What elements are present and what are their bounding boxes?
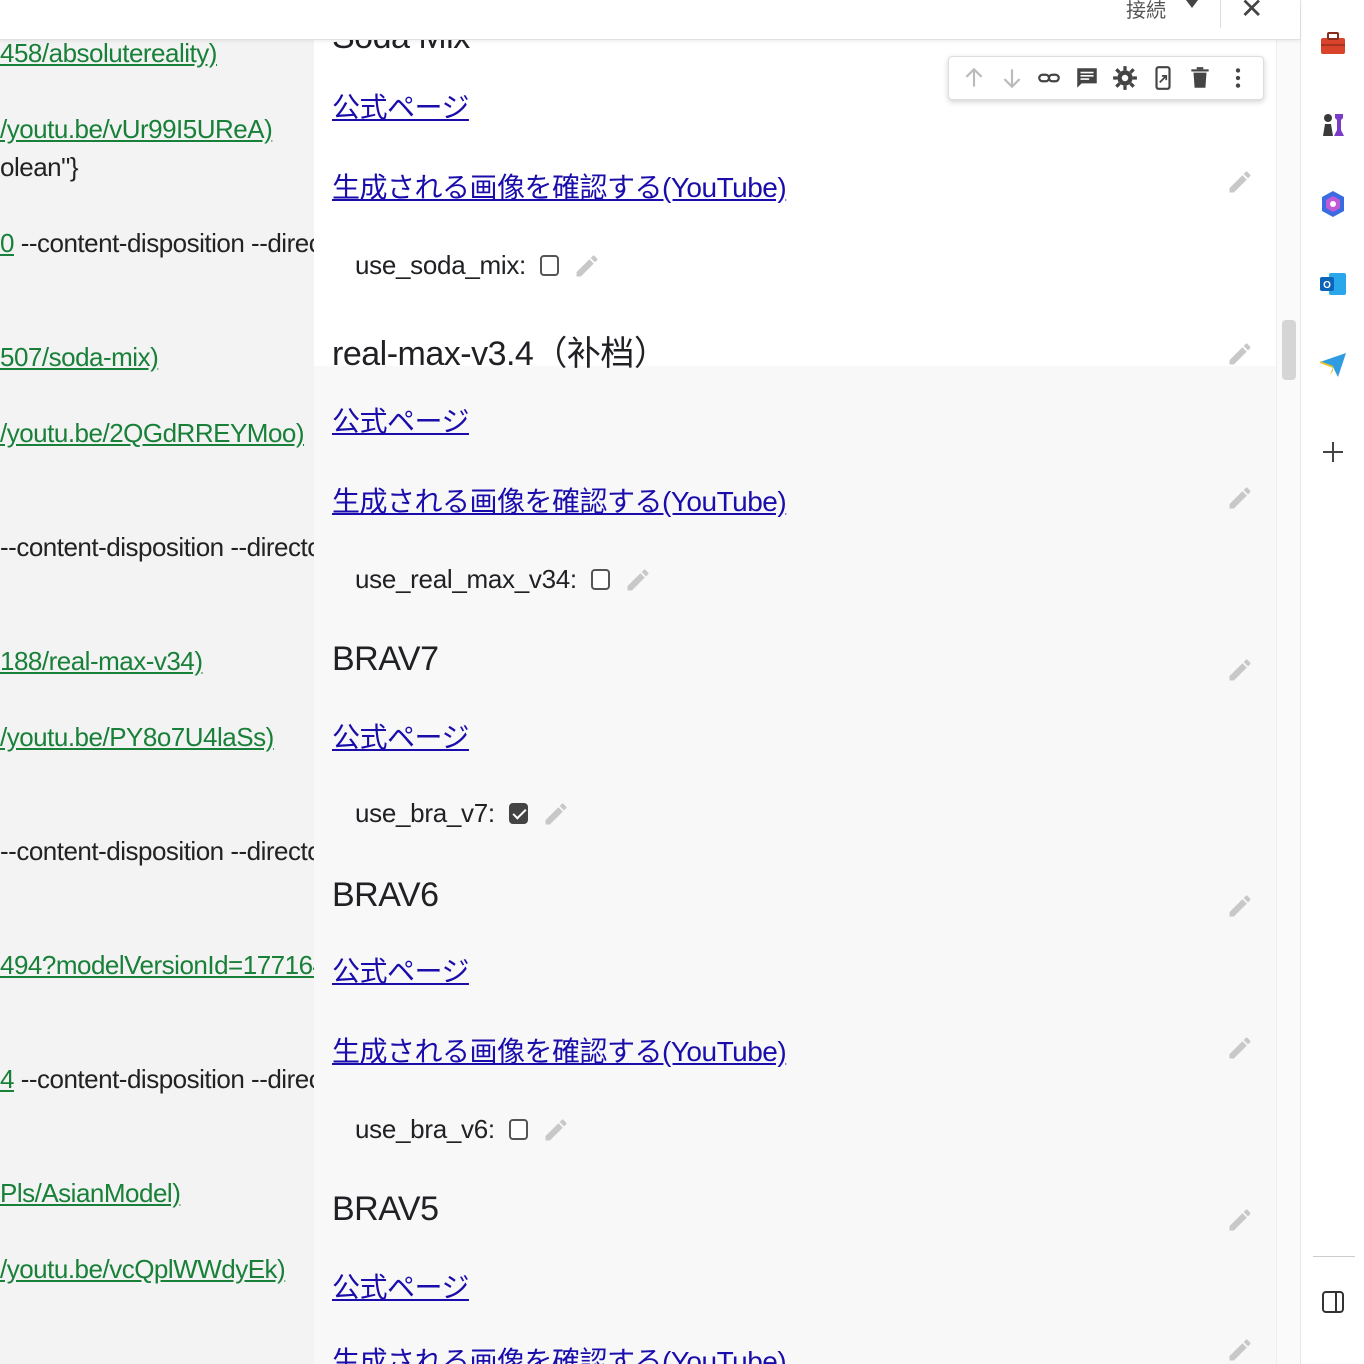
pencil-icon[interactable] (573, 252, 601, 280)
link-icon[interactable] (1035, 64, 1063, 92)
official-page-link[interactable]: 公式ページ (332, 1266, 469, 1306)
send-icon[interactable] (1317, 348, 1349, 380)
code-line: /youtu.be/PY8o7U4laSs) (0, 722, 274, 753)
code-link[interactable]: 507/soda-mix) (0, 342, 159, 372)
code-line: /youtu.be/vcQplWWdyEk) (0, 1254, 286, 1285)
youtube-preview-link[interactable]: 生成される画像を確認する(YouTube) (332, 166, 787, 206)
param-row: use_bra_v7: (355, 798, 570, 829)
use-bra-v7-checkbox[interactable] (508, 803, 528, 824)
connect-button-label[interactable]: 接続 (1126, 0, 1166, 23)
code-line: olean"} (0, 152, 79, 182)
sidebar-toggle-icon[interactable] (1317, 1286, 1349, 1318)
code-line: --content-disposition --directo (0, 836, 314, 866)
code-link[interactable]: 4 (0, 1064, 14, 1094)
param-label: use_bra_v6: (355, 1114, 495, 1144)
official-page-link[interactable]: 公式ページ (332, 716, 469, 756)
code-link[interactable]: 458/absolutereality) (0, 40, 217, 68)
more-vert-icon[interactable] (1224, 64, 1252, 92)
param-label: use_soda_mix: (355, 250, 526, 280)
code-line: 4 --content-disposition --direc (0, 1064, 314, 1094)
edit-pencil-icon[interactable] (1226, 656, 1254, 684)
code-line: 188/real-max-v34) (0, 646, 203, 677)
section-heading: real-max-v3.4（补档） (332, 335, 668, 373)
cell-toolbar (948, 56, 1264, 100)
code-line: 507/soda-mix) (0, 342, 159, 373)
edit-pencil-icon[interactable] (1226, 892, 1254, 920)
arrow-up-icon[interactable] (960, 64, 988, 92)
svg-text:O: O (1323, 280, 1331, 291)
code-link[interactable]: /youtu.be/2QGdRREYMoo) (0, 418, 305, 448)
section-heading: BRAV5 (332, 1190, 439, 1228)
trash-icon[interactable] (1186, 64, 1214, 92)
close-icon[interactable]: ✕ (1240, 0, 1263, 25)
use-soda-mix-checkbox[interactable] (539, 255, 559, 276)
official-page-link[interactable]: 公式ページ (332, 950, 469, 990)
form-pane: Soda Mix 公式ページ 生成される画像を確認する(YouTube) use… (314, 40, 1276, 1364)
top-bar: 接続 ✕ (0, 0, 1300, 40)
code-line: Pls/AsianModel) (0, 1178, 181, 1209)
edit-pencil-icon[interactable] (1226, 1206, 1254, 1234)
official-page-link[interactable]: 公式ページ (332, 86, 469, 126)
edit-pencil-icon[interactable] (1226, 1034, 1254, 1062)
pencil-icon[interactable] (542, 1116, 570, 1144)
outlook-icon[interactable]: O (1317, 268, 1349, 300)
code-link[interactable]: 188/real-max-v34) (0, 646, 203, 676)
section-heading: BRAV6 (332, 876, 439, 914)
official-page-link[interactable]: 公式ページ (332, 400, 469, 440)
copilot-icon[interactable] (1317, 188, 1349, 220)
code-line: 494?modelVersionId=177164) (0, 950, 314, 981)
code-line: 0 --content-disposition --direc (0, 228, 314, 258)
comment-icon[interactable] (1073, 64, 1101, 92)
chess-icon[interactable] (1317, 108, 1349, 140)
use-real-max-v34-checkbox[interactable] (590, 569, 610, 590)
toolbox-icon[interactable] (1317, 28, 1349, 60)
vertical-scrollbar[interactable] (1276, 40, 1300, 1364)
code-line: /youtu.be/2QGdRREYMoo) (0, 418, 305, 449)
gear-icon[interactable] (1111, 64, 1139, 92)
param-label: use_bra_v7: (355, 798, 495, 828)
code-line: 458/absolutereality) (0, 40, 217, 69)
code-link[interactable]: /youtu.be/vUr99I5UReA) (0, 114, 273, 144)
code-link[interactable]: 494?modelVersionId=177164) (0, 950, 314, 980)
pencil-icon[interactable] (542, 800, 570, 828)
browser-sidebar: O (1300, 0, 1364, 1364)
code-link[interactable]: 0 (0, 228, 14, 258)
use-bra-v6-checkbox[interactable] (508, 1119, 528, 1140)
code-editor-pane[interactable]: 458/absolutereality) /youtu.be/vUr99I5UR… (0, 40, 314, 1364)
code-link[interactable]: Pls/AsianModel) (0, 1178, 181, 1208)
arrow-down-icon[interactable] (998, 64, 1026, 92)
param-row: use_bra_v6: (355, 1114, 570, 1145)
code-line: /youtu.be/vUr99I5UReA) (0, 114, 273, 145)
section-heading: BRAV7 (332, 640, 439, 678)
section-heading: Soda Mix (332, 40, 470, 57)
param-row: use_soda_mix: (355, 250, 601, 281)
scrollbar-thumb[interactable] (1282, 320, 1296, 380)
edit-pencil-icon[interactable] (1226, 1336, 1254, 1364)
code-line: --content-disposition --directo (0, 532, 314, 562)
param-row: use_real_max_v34: (355, 564, 652, 595)
youtube-preview-link[interactable]: 生成される画像を確認する(YouTube) (332, 1340, 787, 1364)
edit-pencil-icon[interactable] (1226, 168, 1254, 196)
pencil-icon[interactable] (624, 566, 652, 594)
add-icon[interactable] (1317, 436, 1349, 468)
code-link[interactable]: /youtu.be/PY8o7U4laSs) (0, 722, 274, 752)
youtube-preview-link[interactable]: 生成される画像を確認する(YouTube) (332, 480, 787, 520)
youtube-preview-link[interactable]: 生成される画像を確認する(YouTube) (332, 1030, 787, 1070)
edit-pencil-icon[interactable] (1226, 340, 1254, 368)
edit-pencil-icon[interactable] (1226, 484, 1254, 512)
connect-dropdown-icon[interactable] (1186, 0, 1198, 8)
param-label: use_real_max_v34: (355, 564, 577, 594)
toolbar-divider (1220, 0, 1221, 28)
sidebar-divider (1313, 1256, 1355, 1257)
code-link[interactable]: /youtu.be/vcQplWWdyEk) (0, 1254, 286, 1284)
mirror-cell-icon[interactable] (1149, 64, 1177, 92)
